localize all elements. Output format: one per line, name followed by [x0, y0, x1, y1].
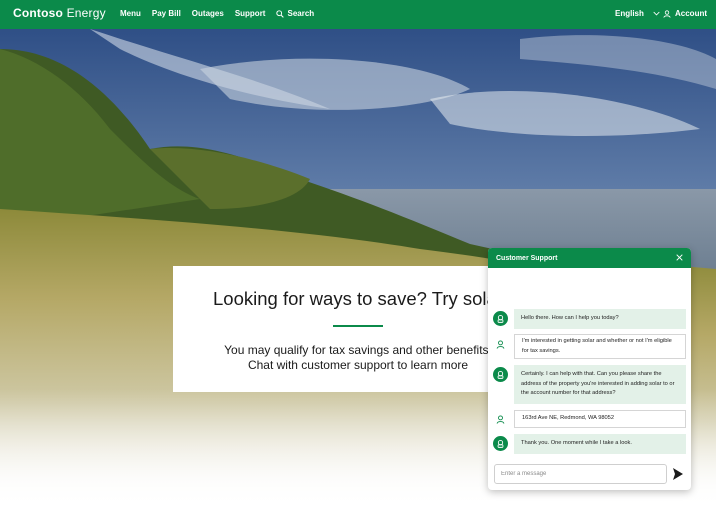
nav-item-support[interactable]: Support: [235, 9, 266, 18]
customer-support-chat: Customer Support Hello there. How can I …: [488, 248, 691, 490]
bot-avatar: [493, 436, 508, 451]
support-agent-icon: [497, 370, 504, 379]
chat-message-box: [494, 464, 667, 484]
user-icon: [496, 415, 505, 424]
promo-line-2: Chat with customer support to learn more: [247, 358, 469, 372]
close-icon: [676, 253, 683, 261]
send-icon[interactable]: [672, 467, 684, 481]
top-nav-bar: Contoso Energy Menu Pay Bill Outages Sup…: [0, 0, 716, 29]
chat-message-bot: [493, 311, 508, 326]
language-label: English: [615, 9, 644, 18]
main-nav: Menu Pay Bill Outages Support Search: [120, 9, 314, 18]
search-label: Search: [287, 9, 315, 18]
promo-divider: [333, 325, 383, 327]
bot-avatar: [493, 367, 508, 382]
chevron-down-icon: [653, 11, 660, 16]
chat-bubble-bot: Hello there. How can I help you today?: [514, 309, 686, 329]
promo-body: You may qualify for tax savings and othe…: [203, 343, 513, 373]
nav-item-outages[interactable]: Outages: [192, 9, 224, 18]
chat-bubble-bot: Certainly. I can help with that. Can you…: [514, 365, 686, 404]
nav-item-menu[interactable]: Menu: [120, 9, 141, 18]
user-avatar: [493, 337, 508, 352]
user-icon: [496, 340, 505, 349]
search-button[interactable]: Search: [276, 9, 314, 18]
chat-message-input[interactable]: [501, 471, 660, 477]
close-chat-button[interactable]: [676, 253, 683, 263]
chat-message-user: [493, 412, 508, 427]
support-agent-icon: [497, 314, 504, 323]
promo-title: Looking for ways to save? Try solar: [213, 288, 503, 309]
bot-avatar: [493, 311, 508, 326]
search-icon: [276, 9, 285, 18]
language-selector[interactable]: English: [615, 9, 660, 18]
user-avatar: [493, 412, 508, 427]
chat-bubble-user: 163rd Ave NE, Redmond, WA 98052: [514, 410, 686, 428]
support-agent-icon: [497, 439, 504, 448]
chat-bubble-user: I'm interested in getting solar and whet…: [514, 334, 686, 359]
chat-message-user: [493, 337, 508, 352]
promo-line-1: You may qualify for tax savings and othe…: [224, 343, 492, 357]
brand-logo[interactable]: Contoso Energy: [13, 6, 106, 20]
chat-message-bot: [493, 436, 508, 451]
account-button[interactable]: Account: [663, 9, 707, 18]
account-label: Account: [675, 9, 707, 18]
promo-card: Looking for ways to save? Try solar You …: [173, 266, 518, 392]
chat-title: Customer Support: [496, 254, 558, 262]
nav-item-pay-bill[interactable]: Pay Bill: [152, 9, 181, 18]
user-icon: [663, 9, 671, 18]
chat-bubble-bot: Thank you. One moment while I take a loo…: [514, 434, 686, 454]
chat-message-bot: [493, 367, 508, 382]
chat-header: Customer Support: [488, 248, 691, 268]
